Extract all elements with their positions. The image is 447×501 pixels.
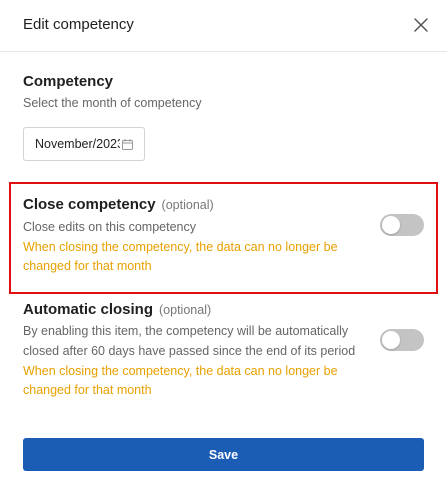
- close-competency-optional: (optional): [161, 198, 214, 212]
- calendar-icon: [122, 138, 133, 150]
- automatic-closing-description-line1: By enabling this item, the competency wi…: [23, 324, 349, 338]
- competency-description: Select the month of competency: [23, 96, 202, 110]
- close-competency-warning: When closing the competency, the data ca…: [23, 238, 338, 276]
- close-competency-title: Close competency (optional): [23, 196, 214, 213]
- toggle-knob: [382, 331, 400, 349]
- close-icon: [414, 18, 428, 32]
- dialog-title: Edit competency: [23, 16, 134, 33]
- competency-title: Competency: [23, 73, 114, 90]
- automatic-closing-title: Automatic closing (optional): [23, 301, 211, 318]
- automatic-closing-warning: When closing the competency, the data ca…: [23, 362, 338, 400]
- automatic-closing-description: By enabling this item, the competency wi…: [23, 321, 355, 361]
- save-button[interactable]: Save: [23, 438, 424, 471]
- close-competency-description: Close edits on this competency: [23, 220, 197, 234]
- month-picker-input[interactable]: November/2023: [23, 127, 145, 161]
- dialog-header: Edit competency: [0, 0, 447, 52]
- automatic-closing-label: Automatic closing: [23, 301, 154, 318]
- automatic-closing-warning-line1: When closing the competency, the data ca…: [23, 364, 338, 378]
- close-competency-warning-line2: changed for that month: [23, 259, 152, 273]
- automatic-closing-description-line2: closed after 60 days have passed since t…: [23, 344, 356, 358]
- month-value: November/2023: [35, 137, 120, 151]
- automatic-closing-optional: (optional): [159, 303, 212, 317]
- close-competency-toggle[interactable]: [380, 214, 424, 236]
- toggle-knob: [382, 216, 400, 234]
- automatic-closing-warning-line2: changed for that month: [23, 383, 152, 397]
- close-button[interactable]: [410, 14, 432, 36]
- close-competency-warning-line1: When closing the competency, the data ca…: [23, 240, 338, 254]
- automatic-closing-toggle[interactable]: [380, 329, 424, 351]
- close-competency-label: Close competency: [23, 196, 156, 213]
